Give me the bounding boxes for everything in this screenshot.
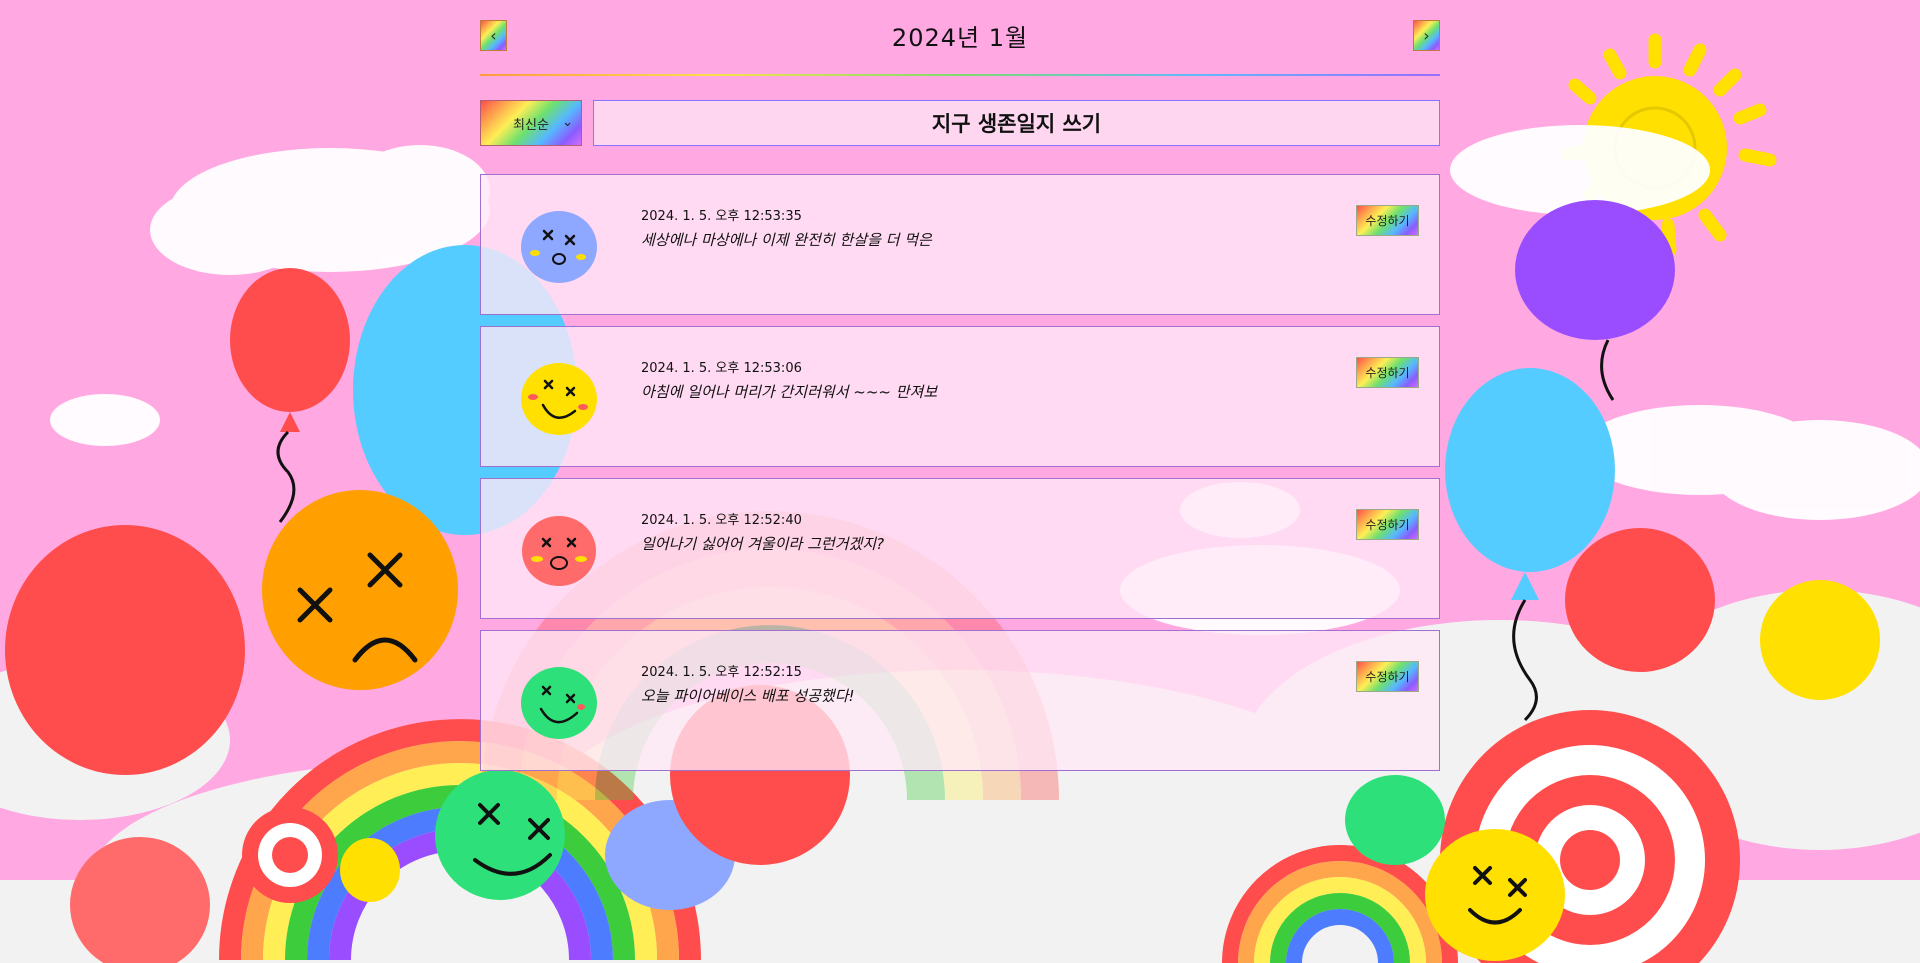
entry-content: 오늘 파이어베이스 배포 성공했다! bbox=[641, 687, 855, 705]
edit-button[interactable]: 수정하기 bbox=[1356, 509, 1419, 540]
entry-date: 2024. 1. 5. 오후 12:53:35 bbox=[641, 209, 802, 224]
edit-button[interactable]: 수정하기 bbox=[1356, 661, 1419, 692]
entry-content: 일어나기 싫어어 겨울이라 그런거겠지? bbox=[641, 535, 885, 553]
entry-date: 2024. 1. 5. 오후 12:53:06 bbox=[641, 361, 802, 376]
sort-select[interactable]: 최신순 ⌄ bbox=[480, 100, 582, 146]
dizzy-shocked-face-icon bbox=[522, 516, 596, 586]
toolbar: 최신순 ⌄ 지구 생존일지 쓰기 bbox=[480, 100, 1440, 148]
diary-entry[interactable]: 2024. 1. 5. 오후 12:52:15 오늘 파이어베이스 배포 성공했… bbox=[480, 630, 1440, 771]
diary-entry[interactable]: 2024. 1. 5. 오후 12:53:35 세상에나 마상에나 이제 완전히… bbox=[480, 174, 1440, 315]
chevron-right-icon: › bbox=[1423, 26, 1430, 45]
diary-entry[interactable]: 2024. 1. 5. 오후 12:52:40 일어나기 싫어어 겨울이라 그런… bbox=[480, 478, 1440, 619]
sort-selected-label: 최신순 bbox=[513, 117, 549, 133]
write-diary-button[interactable]: 지구 생존일지 쓰기 bbox=[593, 100, 1440, 146]
entry-date: 2024. 1. 5. 오후 12:52:40 bbox=[641, 513, 802, 528]
diary-app: ‹ 2024년 1월 › 최신순 ⌄ 지구 생존일지 쓰기 2024. 1. 5… bbox=[480, 0, 1440, 782]
dizzy-grin-face-icon bbox=[521, 667, 597, 739]
month-header: ‹ 2024년 1월 › bbox=[480, 0, 1440, 76]
next-month-button[interactable]: › bbox=[1413, 20, 1440, 51]
dizzy-smile-face-icon bbox=[521, 363, 597, 435]
dizzy-face-icon bbox=[521, 211, 597, 283]
chevron-down-icon: ⌄ bbox=[562, 115, 573, 130]
diary-list: 2024. 1. 5. 오후 12:53:35 세상에나 마상에나 이제 완전히… bbox=[480, 174, 1440, 771]
entry-date: 2024. 1. 5. 오후 12:52:15 bbox=[641, 665, 802, 680]
entry-content: 세상에나 마상에나 이제 완전히 한살을 더 먹은 bbox=[641, 231, 932, 249]
entry-content: 아침에 일어나 머리가 간지러워서 ~~~ 만져보 bbox=[641, 383, 938, 401]
edit-button[interactable]: 수정하기 bbox=[1356, 357, 1419, 388]
month-title: 2024년 1월 bbox=[891, 24, 1029, 52]
diary-entry[interactable]: 2024. 1. 5. 오후 12:53:06 아침에 일어나 머리가 간지러워… bbox=[480, 326, 1440, 467]
edit-button[interactable]: 수정하기 bbox=[1356, 205, 1419, 236]
